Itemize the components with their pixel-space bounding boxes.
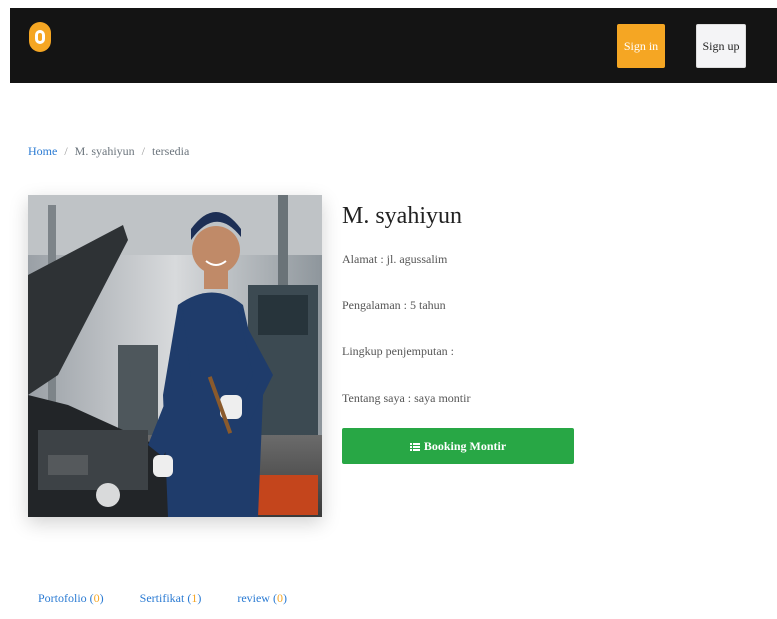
signup-button[interactable]: Sign up [696, 24, 746, 68]
list-icon [409, 441, 420, 451]
breadcrumb: Home / M. syahiyun / tersedia [28, 144, 189, 159]
tab-portofolio-label: Portofolio [38, 591, 87, 605]
pickup-scope-text: Lingkup penjemputan : [342, 344, 454, 358]
navbar: Sign in Sign up [10, 8, 777, 83]
breadcrumb-home-link[interactable]: Home [28, 144, 57, 159]
address-text: Alamat : jl. agussalim [342, 252, 448, 266]
tab-sertifikat-count: 1 [191, 591, 198, 605]
mechanic-photo [28, 195, 322, 517]
breadcrumb-separator: / [64, 144, 68, 158]
signin-button[interactable]: Sign in [617, 24, 665, 68]
tab-review-count: 0 [276, 591, 283, 605]
brand-logo-icon[interactable] [29, 22, 51, 52]
breadcrumb-mechanic-name: M. syahiyun [74, 144, 135, 158]
tab-review-label: review [237, 591, 270, 605]
breadcrumb-separator: / [141, 144, 146, 158]
tab-portofolio[interactable]: Portofolio (0) [38, 591, 104, 606]
about-text: Tentang saya : saya montir [342, 391, 471, 405]
experience-text: Pengalaman : 5 tahun [342, 298, 446, 312]
tab-review[interactable]: review (0) [237, 591, 287, 606]
booking-montir-button[interactable]: Booking Montir [342, 428, 574, 464]
tab-sertifikat-label: Sertifikat [139, 591, 185, 605]
booking-montir-label: Booking Montir [423, 438, 507, 453]
tab-sertifikat[interactable]: Sertifikat (1) [140, 591, 202, 606]
tab-portofolio-count: 0 [93, 591, 100, 605]
breadcrumb-status: tersedia [152, 144, 190, 158]
profile-info: M. syahiyun [342, 200, 462, 232]
mechanic-name: M. syahiyun [342, 203, 462, 229]
profile-tabs: Portofolio (0) Sertifikat (1) review (0) [38, 591, 323, 606]
